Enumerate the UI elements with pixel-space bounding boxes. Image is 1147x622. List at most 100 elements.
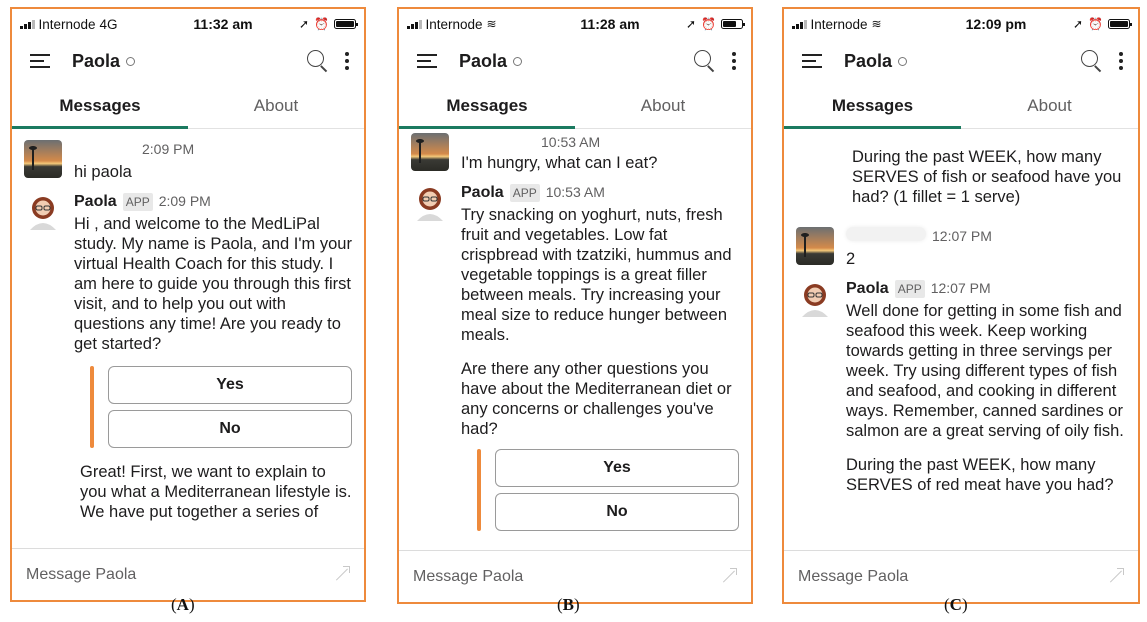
carrier-label: Internode [38, 16, 96, 32]
active-tab-indicator [12, 126, 188, 129]
message-text: Well done for getting in some fish and s… [846, 302, 1124, 440]
battery-icon [720, 19, 746, 29]
yes-button[interactable]: Yes [108, 366, 352, 404]
app-badge: APP [894, 280, 925, 298]
message-composer[interactable]: Message Paola [12, 548, 364, 600]
search-icon[interactable] [1080, 49, 1104, 73]
more-options-icon[interactable] [1118, 52, 1124, 70]
menu-icon[interactable] [802, 54, 822, 68]
tab-bar: Messages About [784, 83, 1138, 129]
message-time: 2:09 PM [158, 193, 211, 209]
channel-title[interactable]: Paola [72, 51, 120, 72]
caption-c: (C) [944, 595, 968, 614]
message-text: Hi , and welcome to the MedLiPal study. … [74, 215, 352, 353]
composer-placeholder[interactable]: Message Paola [798, 568, 908, 586]
composer-placeholder[interactable]: Message Paola [26, 566, 136, 584]
location-icon: ➚ [1072, 17, 1084, 31]
message-continuation: Great! First, we want to explain to you … [80, 463, 352, 521]
tab-bar: Messages About [12, 83, 364, 129]
caption-a: (A) [171, 595, 195, 614]
message-text: 2 [846, 250, 856, 268]
paola-avatar[interactable] [24, 192, 62, 230]
channel-title[interactable]: Paola [844, 51, 892, 72]
location-icon: ➚ [298, 17, 310, 31]
carrier-label: Internode [425, 16, 483, 32]
no-button[interactable]: No [108, 410, 352, 448]
paola-avatar[interactable] [411, 183, 449, 221]
sender-name[interactable]: Paola [461, 184, 504, 202]
battery-icon [1107, 19, 1133, 29]
yes-button[interactable]: Yes [495, 449, 739, 487]
network-label: 4G [99, 16, 118, 32]
status-bar: Internode ≋ 11:28 am ➚ ⏰ [399, 9, 751, 39]
status-bar: Internode ≋ 12:09 pm ➚ ⏰ [784, 9, 1138, 39]
message-text: During the past WEEK, how many SERVES of… [846, 456, 1114, 494]
location-icon: ➚ [685, 17, 697, 31]
message-bot: Paola APP 10:53 AM Try snacking on yoghu… [411, 183, 739, 439]
app-header: Paola [399, 39, 751, 83]
message-bot: Paola APP 2:09 PM Hi , and welcome to th… [24, 192, 352, 354]
alarm-icon: ⏰ [701, 17, 716, 31]
attachment-bar [90, 366, 94, 448]
more-options-icon[interactable] [344, 52, 350, 70]
message-user: 2:09 PM hi paola [24, 140, 352, 182]
message-feed[interactable]: During the past WEEK, how many SERVES of… [784, 147, 1138, 550]
message-feed[interactable]: 2:09 PM hi paola Paola APP 2:09 PM Hi , … [12, 136, 364, 548]
menu-icon[interactable] [417, 54, 437, 68]
status-bar: Internode 4G 11:32 am ➚ ⏰ [12, 9, 364, 39]
active-tab-indicator [399, 126, 575, 129]
search-icon[interactable] [306, 49, 330, 73]
message-text: I'm hungry, what can I eat? [461, 154, 658, 172]
active-tab-indicator [784, 126, 961, 129]
phone-screen-c: Internode ≋ 12:09 pm ➚ ⏰ Paola Messages … [782, 7, 1140, 604]
sender-name[interactable]: Paola [74, 193, 117, 211]
tab-messages[interactable]: Messages [12, 83, 188, 128]
user-avatar[interactable] [796, 227, 834, 265]
message-text: hi paola [74, 163, 132, 181]
message-user: 12:07 PM 2 [796, 227, 1126, 269]
no-button[interactable]: No [495, 493, 739, 531]
signal-icon [792, 19, 807, 29]
composer-placeholder[interactable]: Message Paola [413, 568, 523, 586]
expand-icon[interactable] [719, 567, 737, 586]
message-text: Try snacking on yoghurt, nuts, fresh fru… [461, 206, 732, 344]
message-feed[interactable]: 10:53 AM I'm hungry, what can I eat? Pao… [399, 133, 751, 550]
user-avatar[interactable] [411, 133, 449, 171]
message-text: Are there any other questions you have a… [461, 360, 732, 438]
signal-icon [407, 19, 422, 29]
clock: 12:09 pm [965, 16, 1027, 32]
tab-about[interactable]: About [188, 83, 364, 128]
tab-bar: Messages About [399, 83, 751, 129]
presence-icon [126, 56, 136, 66]
user-avatar[interactable] [24, 140, 62, 178]
message-time: 2:09 PM [142, 141, 195, 157]
attachment-bar [477, 449, 481, 531]
message-bot: Paola APP 12:07 PM Well done for getting… [796, 279, 1126, 495]
presence-icon [513, 56, 523, 66]
caption-b: (B) [557, 595, 580, 614]
tab-about[interactable]: About [961, 83, 1138, 128]
message-time: 12:07 PM [932, 228, 992, 244]
paola-avatar[interactable] [796, 279, 834, 317]
menu-icon[interactable] [30, 54, 50, 68]
tab-messages[interactable]: Messages [399, 83, 575, 128]
more-options-icon[interactable] [731, 52, 737, 70]
tab-about[interactable]: About [575, 83, 751, 128]
expand-icon[interactable] [332, 565, 350, 584]
wifi-icon: ≋ [486, 17, 497, 31]
channel-title[interactable]: Paola [459, 51, 507, 72]
phone-screen-a: Internode 4G 11:32 am ➚ ⏰ Paola Messages… [10, 7, 366, 602]
alarm-icon: ⏰ [1088, 17, 1103, 31]
reply-options: Yes No [90, 366, 352, 448]
carrier-label: Internode [810, 16, 868, 32]
message-text: During the past WEEK, how many SERVES of… [852, 148, 1122, 206]
tab-messages[interactable]: Messages [784, 83, 961, 128]
app-badge: APP [122, 193, 153, 211]
search-icon[interactable] [693, 49, 717, 73]
message-time: 10:53 AM [545, 184, 605, 200]
expand-icon[interactable] [1106, 567, 1124, 586]
clock: 11:32 am [193, 16, 253, 32]
blurred-sender-name [846, 227, 926, 241]
sender-name[interactable]: Paola [846, 280, 889, 298]
reply-options: Yes No [477, 449, 739, 531]
